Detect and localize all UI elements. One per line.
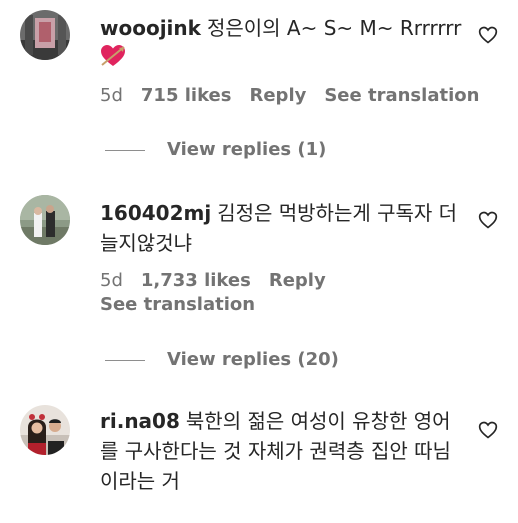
- avatar[interactable]: [20, 195, 70, 245]
- comment-meta: 5d 715 likes Reply See translation: [100, 85, 497, 106]
- like-heart-icon[interactable]: [478, 210, 498, 230]
- reply-button[interactable]: Reply: [269, 270, 326, 291]
- timestamp: 5d: [100, 270, 123, 291]
- comment-text: 160402mj 김정은 먹방하는게 구독자 더 늘지않것냐: [100, 198, 460, 258]
- avatar[interactable]: [20, 10, 70, 60]
- view-replies-button[interactable]: View replies (20): [105, 349, 339, 370]
- username[interactable]: ri.na08: [100, 409, 180, 433]
- username[interactable]: 160402mj: [100, 201, 211, 225]
- view-replies-button[interactable]: View replies (1): [105, 139, 326, 160]
- like-heart-icon[interactable]: [478, 420, 498, 440]
- see-translation-button[interactable]: See translation: [100, 294, 255, 315]
- comment-meta: 5d 1,733 likes Reply: [100, 270, 344, 291]
- likes-count[interactable]: 715 likes: [141, 85, 232, 106]
- divider-line: [105, 359, 145, 361]
- see-translation-button[interactable]: See translation: [324, 85, 479, 106]
- likes-count[interactable]: 1,733 likes: [141, 270, 251, 291]
- view-replies-label: View replies (20): [167, 349, 339, 370]
- comment-meta-2: See translation: [100, 294, 273, 315]
- comment-text: wooojink 정은이의 A~ S~ M~ Rrrrrrr: [100, 13, 470, 76]
- avatar[interactable]: [20, 405, 70, 455]
- divider-line: [105, 149, 145, 151]
- heart-arrow-emoji-icon: [100, 44, 126, 76]
- comment-text: ri.na08 북한의 젊은 여성이 유창한 영어를 구사한다는 것 자체가 권력…: [100, 406, 455, 496]
- timestamp: 5d: [100, 85, 123, 106]
- comment-body: 정은이의 A~ S~ M~ Rrrrrrr: [206, 16, 462, 40]
- like-heart-icon[interactable]: [478, 25, 498, 45]
- view-replies-label: View replies (1): [167, 139, 327, 160]
- reply-button[interactable]: Reply: [249, 85, 306, 106]
- username[interactable]: wooojink: [100, 16, 201, 40]
